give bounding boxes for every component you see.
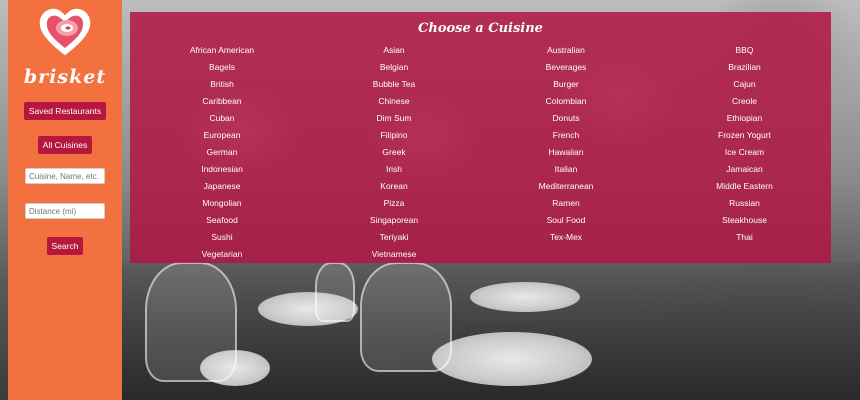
cuisine-link[interactable]: Hawaiian — [474, 144, 658, 161]
cuisine-link[interactable]: Ramen — [474, 195, 658, 212]
cuisine-search-input[interactable] — [25, 168, 105, 184]
cuisine-link[interactable]: Russian — [658, 195, 831, 212]
cuisine-link[interactable]: Singaporean — [314, 212, 474, 229]
cuisine-link[interactable]: Mediterranean — [474, 178, 658, 195]
sidebar: brisket Saved Restaurants All Cuisines S… — [8, 0, 122, 400]
cuisine-link[interactable]: Beverages — [474, 59, 658, 76]
cuisine-link[interactable]: Jamaican — [658, 161, 831, 178]
plate-image — [470, 282, 580, 312]
cuisine-link[interactable]: German — [130, 144, 314, 161]
cuisine-link[interactable]: Filipino — [314, 127, 474, 144]
saved-restaurants-button[interactable]: Saved Restaurants — [23, 102, 107, 120]
plate-image — [432, 332, 592, 386]
wine-glass-image — [145, 262, 237, 382]
cuisine-link[interactable]: Tex-Mex — [474, 229, 658, 246]
cuisine-link[interactable]: Greek — [314, 144, 474, 161]
cuisine-link[interactable]: Bagels — [130, 59, 314, 76]
all-cuisines-button[interactable]: All Cuisines — [37, 136, 93, 154]
panel-title: Choose a Cuisine — [418, 21, 543, 36]
cuisine-link[interactable]: Sushi — [130, 229, 314, 246]
brand-name[interactable]: brisket — [24, 66, 106, 88]
cuisine-link[interactable]: Donuts — [474, 110, 658, 127]
cuisine-grid: African American Asian Australian BBQ Ba… — [130, 42, 831, 263]
cuisine-link[interactable]: Middle Eastern — [658, 178, 831, 195]
cuisine-link[interactable]: Asian — [314, 42, 474, 59]
cuisine-link[interactable]: Irish — [314, 161, 474, 178]
cuisine-link[interactable]: Mongolian — [130, 195, 314, 212]
cuisine-link[interactable]: Australian — [474, 42, 658, 59]
cuisine-link[interactable]: British — [130, 76, 314, 93]
cuisine-link[interactable]: Bubble Tea — [314, 76, 474, 93]
cuisine-link[interactable]: Japanese — [130, 178, 314, 195]
cuisine-link[interactable]: Vietnamese — [314, 246, 474, 263]
cuisine-link[interactable]: Vegetarian — [130, 246, 314, 263]
cuisine-link[interactable]: Pizza — [314, 195, 474, 212]
cuisine-link[interactable]: Chinese — [314, 93, 474, 110]
cuisine-link[interactable]: Frozen Yogurt — [658, 127, 831, 144]
cuisine-link[interactable]: Ethiopian — [658, 110, 831, 127]
cuisine-link[interactable]: Cajun — [658, 76, 831, 93]
cuisine-link[interactable]: Creole — [658, 93, 831, 110]
cuisine-link[interactable]: Cuban — [130, 110, 314, 127]
cuisine-link[interactable]: African American — [130, 42, 314, 59]
wine-glass-image — [360, 262, 452, 372]
cuisine-link[interactable]: Colombian — [474, 93, 658, 110]
cuisine-link[interactable]: French — [474, 127, 658, 144]
cuisine-link[interactable]: Soul Food — [474, 212, 658, 229]
cuisine-link[interactable]: Seafood — [130, 212, 314, 229]
cuisine-link[interactable]: Caribbean — [130, 93, 314, 110]
cuisine-link[interactable]: Burger — [474, 76, 658, 93]
cuisine-link[interactable]: Dim Sum — [314, 110, 474, 127]
cuisine-link[interactable]: European — [130, 127, 314, 144]
cuisine-link[interactable]: Italian — [474, 161, 658, 178]
cuisine-link[interactable]: Korean — [314, 178, 474, 195]
wine-glass-image — [315, 262, 355, 322]
cuisine-link[interactable]: Belgian — [314, 59, 474, 76]
search-button[interactable]: Search — [46, 237, 84, 255]
cuisine-link[interactable]: Indonesian — [130, 161, 314, 178]
cuisine-link[interactable]: Teriyaki — [314, 229, 474, 246]
brisket-logo-icon[interactable] — [37, 6, 93, 58]
cuisine-panel: Choose a Cuisine African American Asian … — [130, 12, 831, 263]
cuisine-link[interactable]: Ice Cream — [658, 144, 831, 161]
cuisine-link[interactable]: Brazilian — [658, 59, 831, 76]
distance-input[interactable] — [25, 203, 105, 219]
cuisine-link[interactable]: Thai — [658, 229, 831, 246]
cuisine-link[interactable]: Steakhouse — [658, 212, 831, 229]
cuisine-link[interactable]: BBQ — [658, 42, 831, 59]
